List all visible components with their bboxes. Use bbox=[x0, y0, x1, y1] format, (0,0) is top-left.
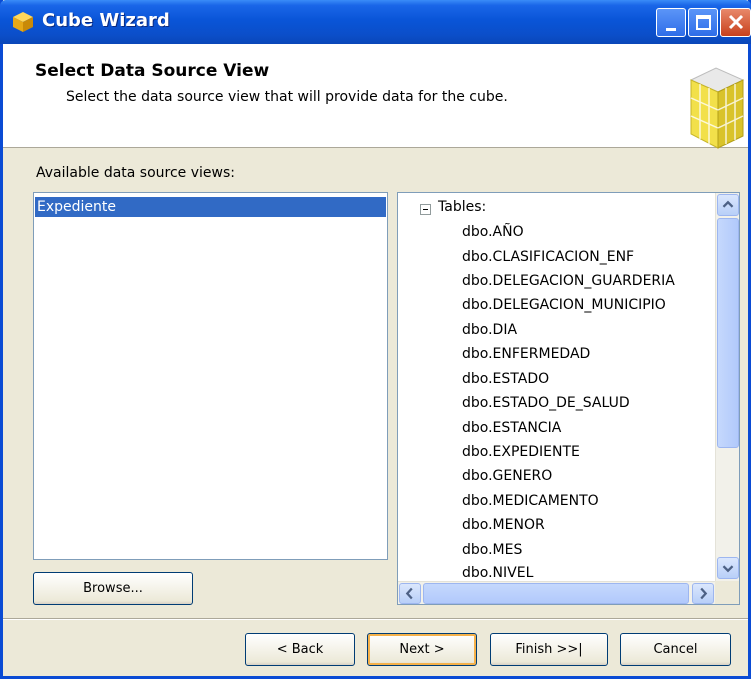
next-button[interactable]: Next > bbox=[367, 633, 477, 666]
tree-root-tables[interactable]: Tables: bbox=[438, 199, 486, 215]
minimize-button[interactable] bbox=[656, 8, 686, 37]
back-button[interactable]: < Back bbox=[245, 633, 355, 666]
wizard-header: Select Data Source View Select the data … bbox=[3, 44, 748, 149]
arrow-up-icon bbox=[722, 200, 734, 208]
scroll-right-button[interactable] bbox=[692, 583, 714, 604]
page-subtitle: Select the data source view that will pr… bbox=[66, 89, 508, 105]
page-title: Select Data Source View bbox=[35, 61, 270, 81]
tree-item[interactable]: dbo.MEDICAMENTO bbox=[462, 493, 599, 509]
vertical-scroll-thumb[interactable] bbox=[717, 218, 739, 448]
tree-item[interactable]: dbo.ESTADO_DE_SALUD bbox=[462, 395, 630, 411]
close-button[interactable] bbox=[720, 8, 751, 37]
tree-item[interactable]: dbo.MENOR bbox=[462, 517, 545, 533]
maximize-button[interactable] bbox=[688, 8, 718, 37]
available-views-label: Available data source views: bbox=[36, 165, 235, 181]
vertical-scrollbar[interactable] bbox=[715, 193, 739, 581]
tree-item[interactable]: dbo.ESTADO bbox=[462, 371, 549, 387]
collapse-toggle-icon[interactable] bbox=[420, 204, 431, 215]
tree-item[interactable]: dbo.ESTANCIA bbox=[462, 420, 561, 436]
tree-item[interactable]: dbo.ENFERMEDAD bbox=[462, 346, 590, 362]
close-icon bbox=[728, 14, 744, 30]
scrollbar-corner bbox=[715, 581, 739, 604]
finish-button[interactable]: Finish >>| bbox=[490, 633, 608, 666]
tree-item[interactable]: dbo.GENERO bbox=[462, 468, 552, 484]
window-title: Cube Wizard bbox=[42, 10, 170, 31]
tree-item[interactable]: dbo.DIA bbox=[462, 322, 517, 338]
horizontal-scroll-thumb[interactable] bbox=[423, 583, 689, 604]
maximize-icon bbox=[696, 15, 711, 30]
tree-item[interactable]: dbo.AÑO bbox=[462, 224, 524, 240]
tree-item[interactable]: dbo.DELEGACION_GUARDERIA bbox=[462, 273, 675, 289]
cube-graphic-icon bbox=[689, 67, 745, 149]
cancel-button[interactable]: Cancel bbox=[620, 633, 731, 666]
scroll-up-button[interactable] bbox=[717, 194, 739, 216]
tree-item[interactable]: dbo.CLASIFICACION_ENF bbox=[462, 249, 634, 265]
scroll-down-button[interactable] bbox=[717, 557, 739, 579]
tree-item[interactable]: dbo.EXPEDIENTE bbox=[462, 444, 580, 460]
cube-app-icon bbox=[13, 12, 33, 32]
cube-wizard-window: Cube Wizard Select Data Source View Sele… bbox=[0, 0, 751, 679]
scroll-left-button[interactable] bbox=[399, 583, 421, 604]
data-source-view-list[interactable]: Expediente bbox=[33, 192, 388, 560]
list-item[interactable]: Expediente bbox=[35, 197, 386, 217]
footer-separator bbox=[3, 618, 748, 620]
tables-tree-panel[interactable]: Tables: dbo.AÑO dbo.CLASIFICACION_ENF db… bbox=[397, 192, 740, 605]
minimize-icon bbox=[666, 28, 676, 31]
arrow-right-icon bbox=[700, 587, 708, 600]
arrow-left-icon bbox=[405, 587, 413, 600]
browse-button[interactable]: Browse... bbox=[33, 572, 193, 605]
tree-item[interactable]: dbo.NIVEL bbox=[462, 565, 533, 581]
arrow-down-icon bbox=[722, 565, 734, 573]
tree-item[interactable]: dbo.MES bbox=[462, 542, 522, 558]
horizontal-scrollbar[interactable] bbox=[398, 581, 715, 604]
title-bar[interactable]: Cube Wizard bbox=[0, 0, 751, 44]
tree-item[interactable]: dbo.DELEGACION_MUNICIPIO bbox=[462, 297, 666, 313]
